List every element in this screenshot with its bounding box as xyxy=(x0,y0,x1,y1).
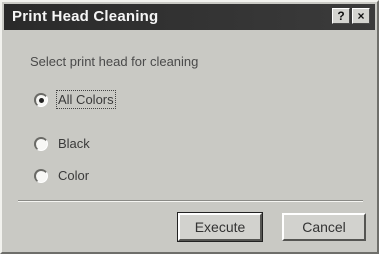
execute-button[interactable]: Execute xyxy=(177,212,263,242)
radio-label-color[interactable]: Color xyxy=(58,168,89,183)
title-bar[interactable]: Print Head Cleaning ? × xyxy=(4,4,375,30)
radio-label-black[interactable]: Black xyxy=(58,136,90,151)
close-button[interactable]: × xyxy=(352,8,370,24)
separator-line xyxy=(18,200,363,202)
radio-button-icon[interactable] xyxy=(34,137,48,151)
cancel-button[interactable]: Cancel xyxy=(282,213,366,241)
instruction-text: Select print head for cleaning xyxy=(30,54,199,69)
help-button[interactable]: ? xyxy=(332,8,350,24)
print-head-cleaning-dialog: Print Head Cleaning ? × Select print hea… xyxy=(0,0,379,254)
radio-button-icon[interactable] xyxy=(34,93,48,107)
window-title: Print Head Cleaning xyxy=(12,8,159,25)
radio-selected-dot xyxy=(39,98,44,103)
radio-button-icon[interactable] xyxy=(34,169,48,183)
radio-label-all-colors[interactable]: All Colors xyxy=(56,90,116,109)
